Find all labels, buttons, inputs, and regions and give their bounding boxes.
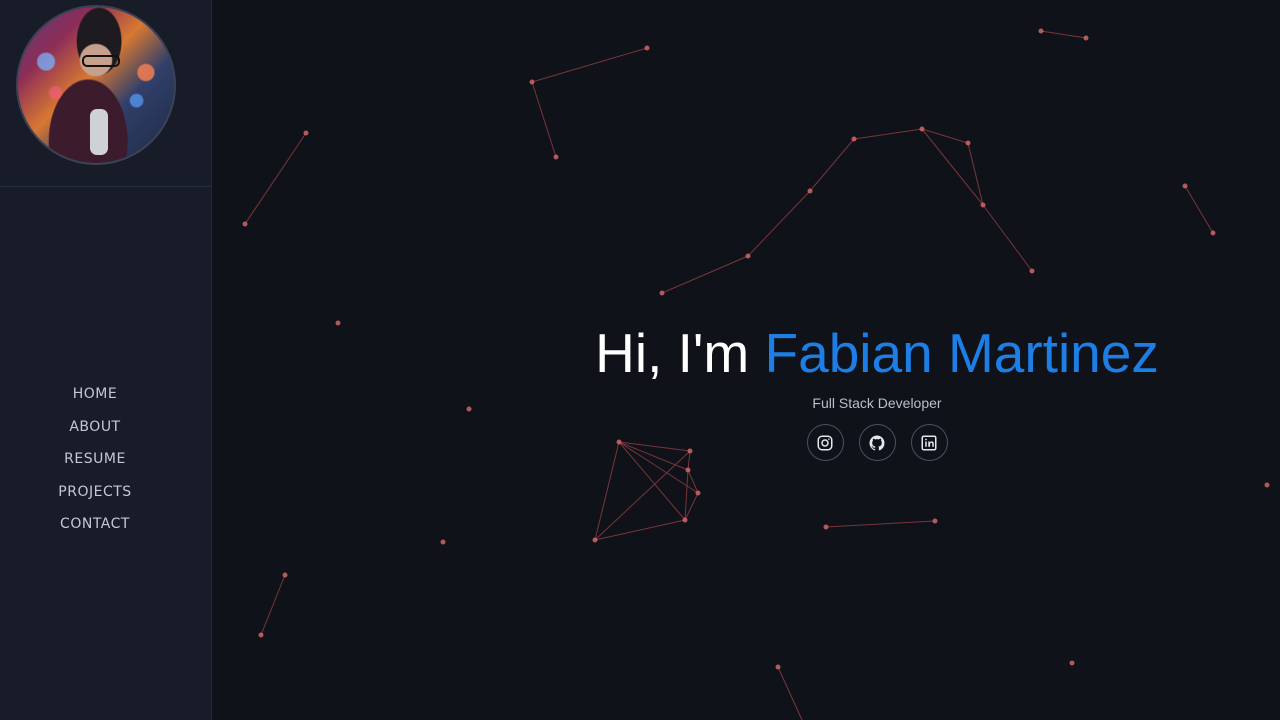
particle-dot	[745, 253, 751, 259]
github-button[interactable]	[858, 424, 896, 461]
particle-line	[684, 469, 689, 521]
particle-dot	[1210, 230, 1216, 236]
hero-section: Hi, I'm Fabian Martinez Full Stack Devel…	[212, 0, 1280, 720]
particle-dot	[242, 221, 248, 227]
particle-line	[260, 574, 286, 636]
nav-home[interactable]: HOME	[0, 383, 190, 416]
nav-contact[interactable]: CONTACT	[0, 513, 190, 546]
avatar-section	[0, 0, 211, 187]
instagram-icon	[817, 435, 833, 450]
particle-dot	[823, 524, 829, 530]
particle-dot	[303, 130, 309, 136]
particle-line	[747, 190, 811, 257]
particle-dot	[529, 79, 535, 85]
nav-projects[interactable]: PROJECTS	[0, 481, 190, 514]
github-icon	[869, 435, 885, 450]
particle-dot	[932, 518, 938, 524]
particle-dot	[258, 632, 264, 638]
main-navigation: HOME ABOUT RESUME PROJECTS CONTACT	[0, 383, 190, 546]
particle-line	[825, 520, 936, 528]
particle-dot	[592, 537, 598, 543]
particle-line	[244, 132, 307, 225]
hero-content: Hi, I'm Fabian Martinez Full Stack Devel…	[212, 320, 1280, 461]
nav-about[interactable]: ABOUT	[0, 416, 190, 449]
particle-dot	[1182, 183, 1188, 189]
linkedin-icon	[921, 435, 937, 450]
hero-name: Fabian Martinez	[764, 322, 1159, 384]
particle-line	[684, 492, 699, 521]
nav-resume[interactable]: RESUME	[0, 448, 190, 481]
particle-line	[1040, 30, 1087, 39]
social-links	[212, 424, 1280, 461]
instagram-button[interactable]	[806, 424, 844, 461]
particle-dot	[685, 467, 691, 473]
particle-dot	[807, 188, 813, 194]
particle-dot	[965, 140, 971, 146]
hero-subtitle: Full Stack Developer	[812, 395, 942, 411]
particle-dot	[682, 517, 688, 523]
particle-dot	[1038, 28, 1044, 34]
particle-line	[777, 666, 803, 720]
hero-greeting: Hi, I'm	[595, 322, 750, 384]
particle-dot	[1069, 660, 1075, 666]
particle-line	[661, 255, 749, 294]
particle-dot	[1264, 482, 1270, 488]
particle-dot	[851, 136, 857, 142]
particle-line	[1184, 185, 1214, 234]
particle-dot	[644, 45, 650, 51]
particle-dot	[1029, 268, 1035, 274]
particle-dot	[659, 290, 665, 296]
particle-line	[531, 81, 557, 158]
linkedin-button[interactable]	[910, 424, 948, 461]
avatar	[16, 5, 176, 165]
particle-line	[594, 519, 686, 541]
avatar-glasses	[82, 55, 120, 67]
particle-dot	[695, 490, 701, 496]
particle-dot	[282, 572, 288, 578]
avatar-shirt	[90, 109, 108, 155]
particle-line	[853, 128, 923, 140]
particle-line	[982, 204, 1033, 272]
particle-dot	[553, 154, 559, 160]
sidebar: HOME ABOUT RESUME PROJECTS CONTACT	[0, 0, 212, 720]
particle-dot	[1083, 35, 1089, 41]
particle-line	[531, 47, 648, 83]
particle-dot	[440, 539, 446, 545]
particle-dot	[980, 202, 986, 208]
particle-line	[594, 450, 691, 541]
particle-dot	[775, 664, 781, 670]
particle-line	[809, 138, 855, 192]
particle-dot	[919, 126, 925, 132]
hero-heading: Hi, I'm Fabian Martinez	[212, 320, 1280, 386]
particle-line	[921, 128, 969, 144]
